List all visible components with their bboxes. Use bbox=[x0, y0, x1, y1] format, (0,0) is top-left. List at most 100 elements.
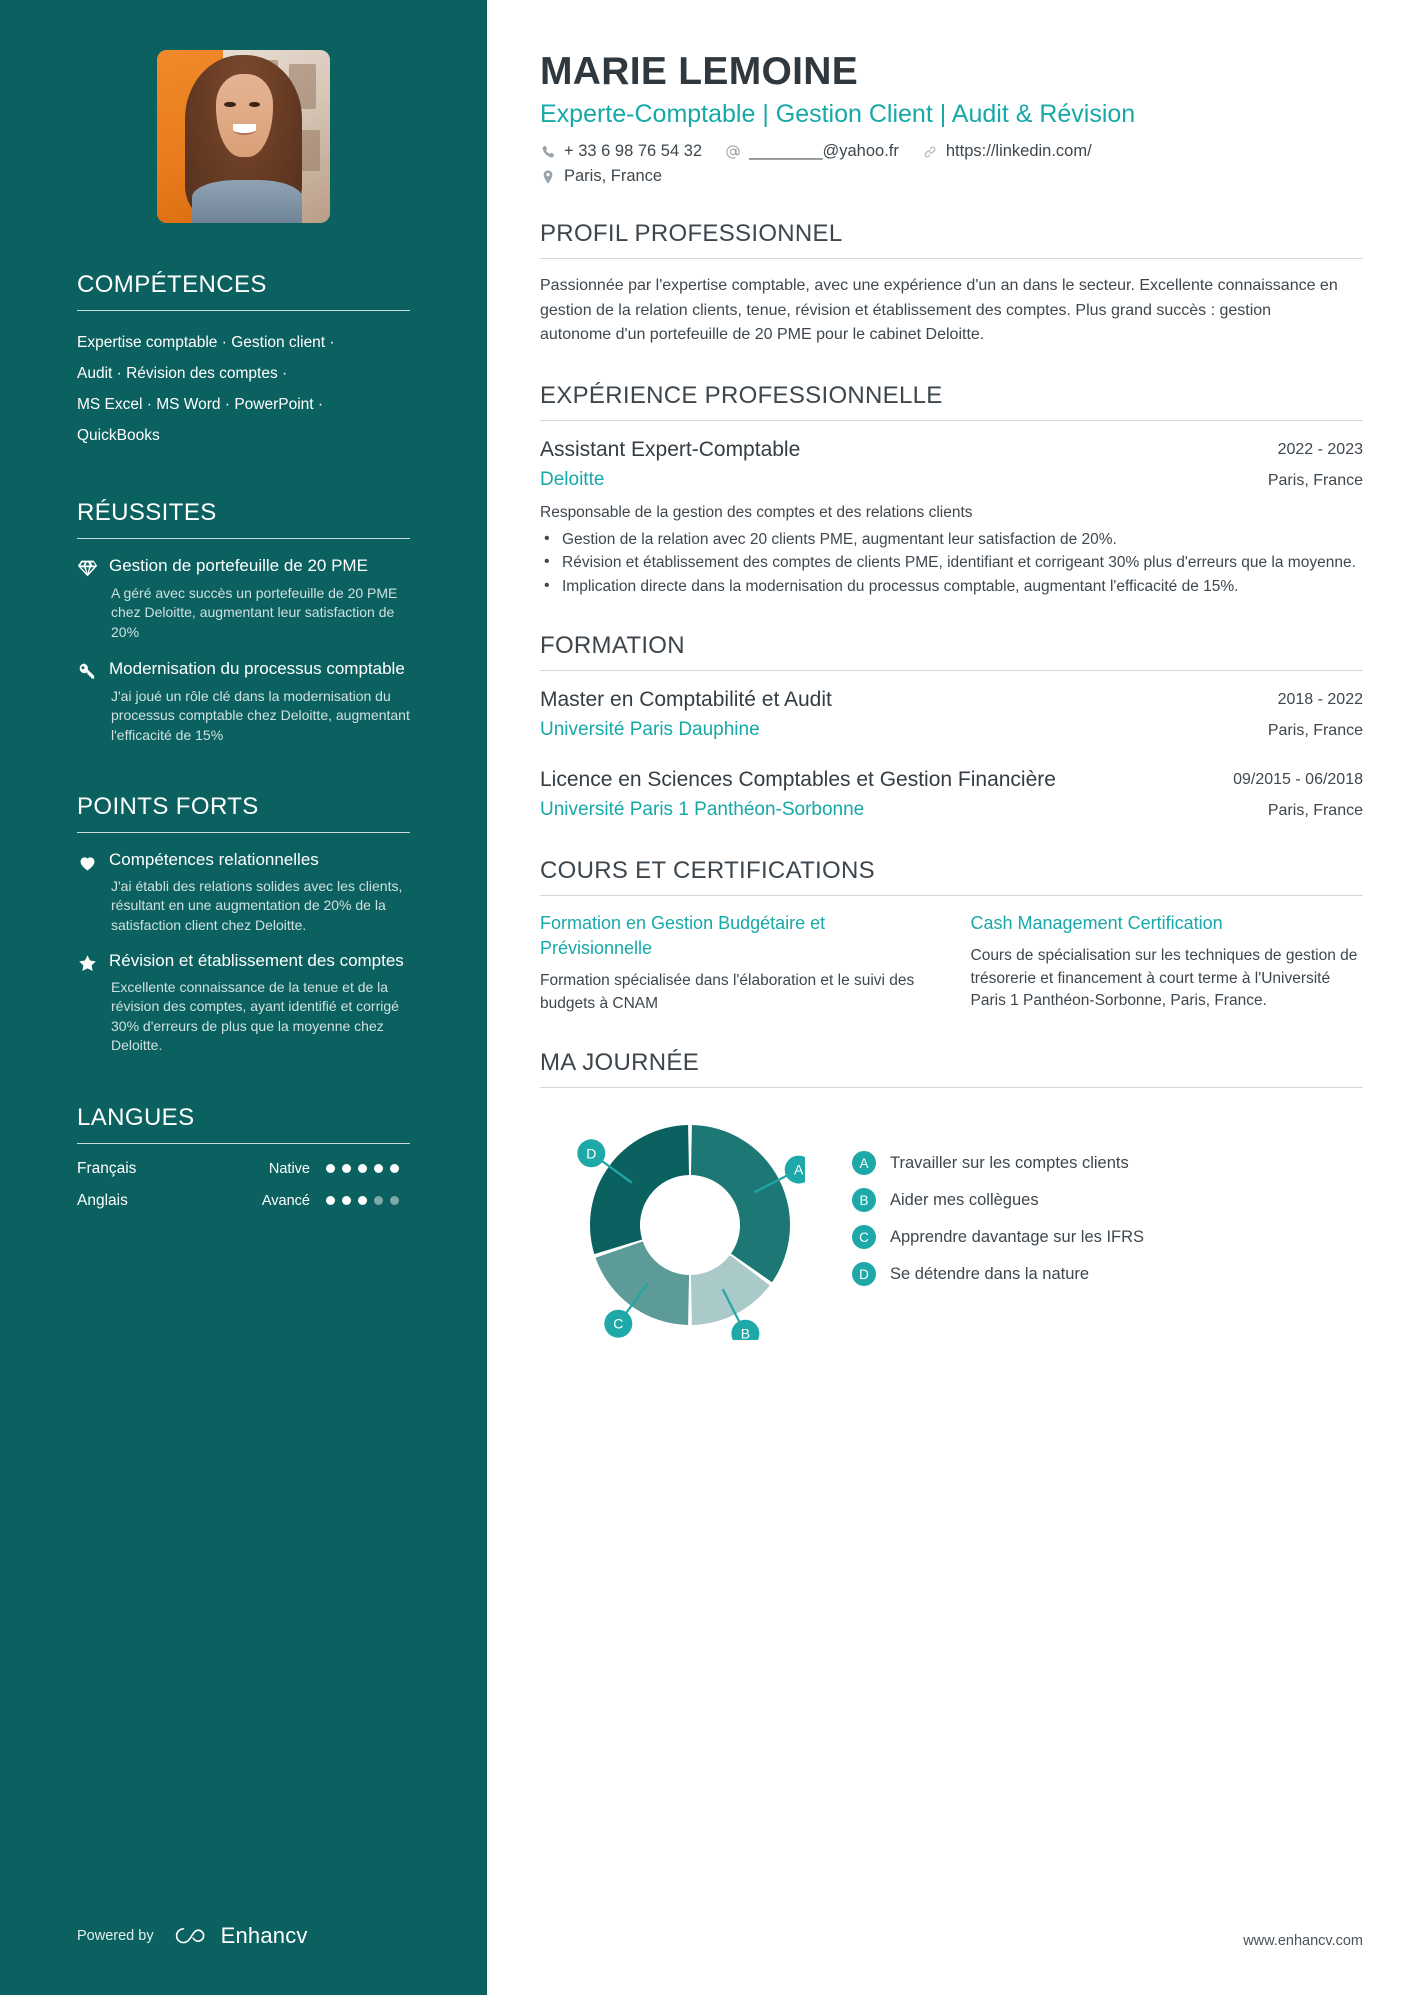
donut-slice-a bbox=[690, 1125, 790, 1283]
section-heading-experience: EXPÉRIENCE PROFESSIONNELLE bbox=[540, 381, 943, 409]
photo-smile bbox=[233, 124, 256, 135]
achievement-item: Gestion de portefeuille de 20 PME A géré… bbox=[77, 555, 410, 642]
donut-label-text: C bbox=[613, 1316, 623, 1332]
donut-chart-box: A B C D bbox=[540, 1110, 840, 1340]
legend-badge-c: C bbox=[852, 1225, 876, 1249]
section-heading-formation: FORMATION bbox=[540, 632, 685, 659]
strength-body: Compétences relationnelles J'ai établi d… bbox=[109, 849, 410, 935]
legend-item: D Se détendre dans la nature bbox=[852, 1262, 1363, 1286]
language-row: Anglais Avancé bbox=[77, 1192, 410, 1210]
rating-dot bbox=[374, 1164, 383, 1173]
location-pin-icon bbox=[540, 169, 556, 185]
photo-shirt bbox=[191, 179, 303, 223]
diamond-icon bbox=[77, 555, 109, 642]
section-ma-journee: MA JOURNÉE ABCD A Travailler sur les com… bbox=[540, 1049, 1363, 1340]
legend-badge-d: D bbox=[852, 1262, 876, 1286]
legend-item: C Apprendre davantage sur les IFRS bbox=[852, 1225, 1363, 1249]
section-competences: COMPÉTENCES Expertise comptable · Gestio… bbox=[77, 271, 410, 451]
contact-location: Paris, France bbox=[540, 167, 1240, 186]
language-level: Avancé bbox=[261, 1192, 310, 1209]
achievement-description: J'ai joué un rôle clé dans la modernisat… bbox=[111, 687, 410, 743]
professional-headline: Experte-Comptable | Gestion Client | Aud… bbox=[540, 100, 1136, 128]
courses-grid: Formation en Gestion Budgétaire et Prévi… bbox=[540, 911, 1363, 1015]
skill-line: Audit · Révision des comptes · bbox=[77, 365, 288, 382]
contact-linkedin[interactable]: https://linkedin.com/ bbox=[922, 142, 1092, 161]
key-icon bbox=[77, 658, 109, 745]
section-heading-profil: PROFIL PROFESSIONNEL bbox=[540, 220, 843, 247]
legend-label: Se détendre dans la nature bbox=[890, 1264, 1090, 1283]
rating-dot bbox=[358, 1164, 367, 1173]
contact-email-value: ________@yahoo.fr bbox=[749, 142, 899, 160]
strength-body: Révision et établissement des comptes Ex… bbox=[109, 950, 410, 1056]
avatar bbox=[157, 50, 330, 223]
rating-dot-empty bbox=[390, 1196, 399, 1205]
job-bullets: Gestion de la relation avec 20 clients P… bbox=[540, 528, 1363, 599]
course-title: Cash Management Certification bbox=[970, 913, 1223, 933]
powered-by-label: Powered by bbox=[77, 1928, 154, 1944]
heart-icon bbox=[77, 849, 109, 935]
skill-line: Expertise comptable · Gestion client · bbox=[77, 334, 335, 351]
resume-page: COMPÉTENCES Expertise comptable · Gestio… bbox=[0, 0, 1410, 1995]
enhancv-logo: Enhancv bbox=[173, 1923, 308, 1949]
donut-label-text: A bbox=[794, 1162, 804, 1178]
section-formation: FORMATION Master en Comptabilité et Audi… bbox=[540, 632, 1363, 823]
sidebar: COMPÉTENCES Expertise comptable · Gestio… bbox=[0, 0, 487, 1995]
contact-phone: + 33 6 98 76 54 32 bbox=[540, 142, 702, 161]
star-icon bbox=[77, 950, 109, 1056]
degree-title: Licence en Sciences Comptables et Gestio… bbox=[540, 768, 1056, 791]
divider bbox=[77, 832, 410, 833]
divider bbox=[540, 895, 1363, 896]
site-url: www.enhancv.com bbox=[1243, 1933, 1363, 1949]
job-summary: Responsable de la gestion des comptes et… bbox=[540, 503, 973, 521]
section-experience: EXPÉRIENCE PROFESSIONNELLE Assistant Exp… bbox=[540, 382, 1363, 599]
contact-info: + 33 6 98 76 54 32 ________@yahoo.fr htt… bbox=[540, 142, 1240, 186]
rating-dot bbox=[326, 1164, 335, 1173]
contact-email: ________@yahoo.fr bbox=[725, 142, 899, 161]
skill-line: QuickBooks bbox=[77, 427, 160, 444]
link-icon bbox=[922, 144, 938, 160]
job-bullet: Implication directe dans la modernisatio… bbox=[540, 575, 1363, 599]
degree-dates: 09/2015 - 06/2018 bbox=[1233, 771, 1363, 788]
school-location: Paris, France bbox=[1267, 722, 1363, 739]
section-heading-cours: COURS ET CERTIFICATIONS bbox=[540, 857, 875, 884]
donut-slice-d bbox=[590, 1125, 690, 1255]
donut-slice-c bbox=[595, 1241, 690, 1325]
profile-photo-wrap bbox=[77, 0, 410, 223]
divider bbox=[540, 1087, 1363, 1088]
job-dates: 2022 - 2023 bbox=[1277, 440, 1363, 458]
section-heading-competences: COMPÉTENCES bbox=[77, 271, 267, 298]
phone-icon bbox=[540, 144, 556, 160]
achievement-title: Gestion de portefeuille de 20 PME bbox=[109, 556, 368, 575]
legend-item: A Travailler sur les comptes clients bbox=[852, 1151, 1363, 1175]
course-description: Cours de spécialisation sur les techniqu… bbox=[970, 947, 1358, 1009]
powered-by-footer: Powered by Enhancv bbox=[77, 1923, 308, 1949]
school-name: Université Paris Dauphine bbox=[540, 719, 760, 740]
job-bullet: Gestion de la relation avec 20 clients P… bbox=[540, 528, 1363, 552]
contact-location-value: Paris, France bbox=[564, 167, 663, 185]
at-icon bbox=[725, 144, 741, 160]
donut-chart: A B C D bbox=[577, 1125, 805, 1340]
legend-label: Aider mes collègues bbox=[890, 1190, 1039, 1209]
language-row: Français Native bbox=[77, 1160, 410, 1178]
legend-label: Travailler sur les comptes clients bbox=[890, 1153, 1129, 1172]
profile-text: Passionnée par l'expertise comptable, av… bbox=[540, 277, 1338, 343]
achievement-body: Modernisation du processus comptable J'a… bbox=[109, 658, 410, 745]
my-day-chart-wrap: ABCD A Travailler sur les comptes client… bbox=[540, 1110, 1363, 1340]
divider bbox=[77, 310, 410, 311]
strength-item: Révision et établissement des comptes Ex… bbox=[77, 950, 410, 1056]
divider bbox=[540, 419, 1363, 421]
rating-dot bbox=[342, 1164, 351, 1173]
language-level: Native bbox=[268, 1160, 310, 1177]
achievement-description: A géré avec succès un portefeuille de 20… bbox=[111, 584, 398, 640]
section-points-forts: POINTS FORTS Compétences relationnelles … bbox=[77, 793, 410, 1056]
experience-entry: Assistant Expert-Comptable 2022 - 2023 D… bbox=[540, 436, 1363, 599]
legend-badge-b: B bbox=[852, 1188, 876, 1212]
course-item: Cash Management Certification Cours de s… bbox=[971, 911, 1364, 1015]
section-reussites: RÉUSSITES Gestion de portefeuille de 20 … bbox=[77, 499, 410, 745]
rating-dot-empty bbox=[374, 1196, 383, 1205]
donut-legend: A Travailler sur les comptes clients B A… bbox=[840, 1151, 1363, 1299]
achievement-body: Gestion de portefeuille de 20 PME A géré… bbox=[109, 555, 410, 642]
rating-dot bbox=[358, 1196, 367, 1205]
legend-item: B Aider mes collègues bbox=[852, 1188, 1363, 1212]
language-rating bbox=[326, 1196, 410, 1205]
